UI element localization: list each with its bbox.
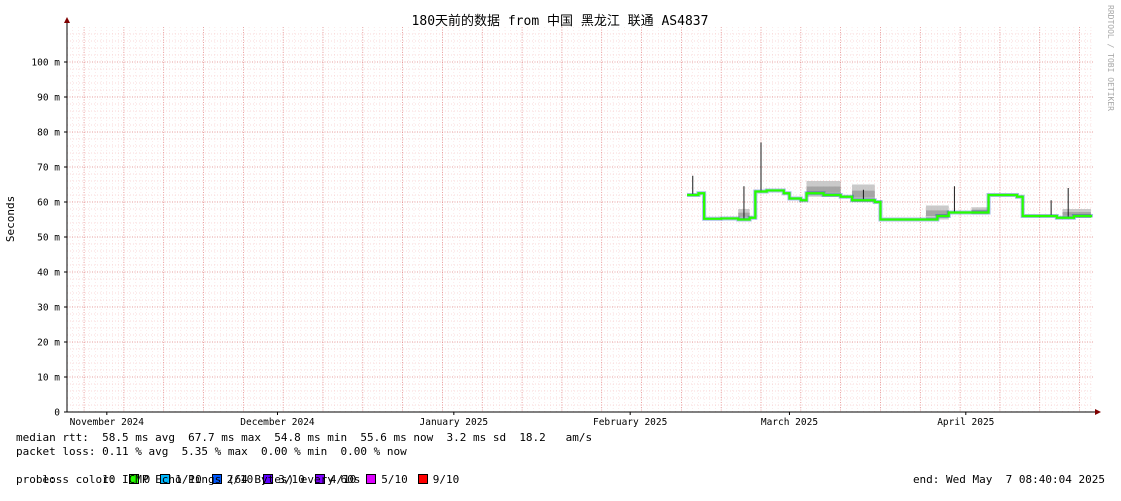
median-rtt-stats: median rtt: 58.5 ms avg 67.7 ms max 54.8… [16,431,593,444]
end-timestamp: end: Wed May 7 08:40:04 2025 [912,473,1105,486]
x-tick-label: January 2025 [420,417,489,428]
y-tick-label: 80 m [37,128,60,139]
loss-color-label-text: 9/10 [432,473,460,486]
chart-title: 180天前的数据 from 中国 黑龙江 联通 AS4837 [412,13,709,29]
y-tick-label: 20 m [37,338,60,349]
loss-color-item: 9/10 [417,473,460,486]
y-tick-label: 50 m [37,233,60,244]
rrdtool-watermark: RRDTOOL / TOBI OETIKER [1106,5,1115,111]
y-tick-label: 0 [54,408,60,419]
x-tick-label: February 2025 [593,417,667,428]
x-tick-label: March 2025 [761,417,818,428]
chart-canvas: 0 10 m 20 m 30 m 40 m 50 m 60 m 70 m 80 m 90 m 100… [0,0,1121,430]
loss-color-swatch [366,474,377,484]
y-tick-label: 40 m [37,268,60,279]
loss-color-swatch [417,474,428,484]
packet-loss-stats: packet loss: 0.11 % avg 5.35 % max 0.00 … [16,445,407,458]
chart-background [0,0,1121,430]
y-tick-label: 10 m [37,373,60,384]
x-tick-label: December 2024 [240,417,315,428]
x-tick-label: April 2025 [937,417,994,428]
smokeping-chart: 0 10 m 20 m 30 m 40 m 50 m 60 m 70 m 80 m 90 m 100… [0,0,1121,494]
loss-color-legend: loss color: 0 1/10 2/10 3/10 4/10 5/10 9/10 [16,459,469,486]
y-tick-label: 100 m [31,58,60,69]
y-tick-label: 90 m [37,93,60,104]
probe-info: probe: 10 ICMP Echo Pings (64 Bytes) eve… [16,473,361,486]
loss-color-label-text: 5/10 [381,473,408,486]
y-tick-label: 60 m [37,198,60,209]
loss-color-item: 5/10 [366,473,408,486]
y-axis-label: Seconds [4,196,17,242]
y-tick-label: 30 m [37,303,60,314]
y-tick-label: 70 m [37,163,60,174]
x-tick-label: November 2024 [70,417,145,428]
